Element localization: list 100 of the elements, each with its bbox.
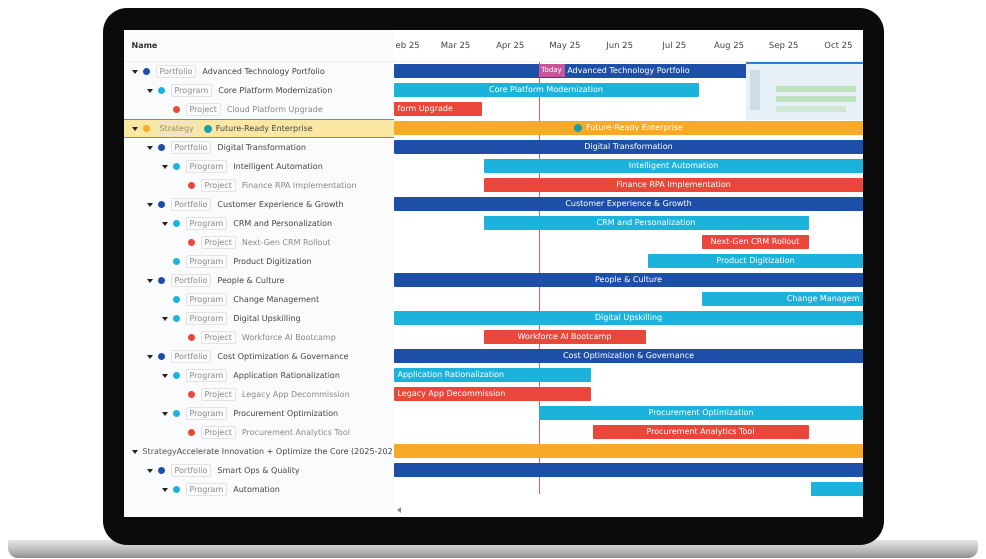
item-name: Next-Gen CRM Rollout	[242, 236, 331, 248]
item-name: Automation	[233, 484, 280, 496]
bar-label: Finance RPA Implementation	[616, 179, 731, 191]
item-name: Change Management	[233, 294, 320, 306]
month-label: Jul 25	[662, 40, 686, 53]
item-name: People & Culture	[217, 274, 284, 286]
tree-row[interactable]: Program Digital Upskilling	[124, 309, 394, 328]
caret-icon[interactable]	[162, 316, 168, 320]
item-name: Finance RPA Implementation	[242, 180, 356, 192]
tree-row[interactable]: Program Core Platform Modernization	[124, 81, 394, 100]
month-label: Jun 25	[606, 40, 633, 53]
caret-icon[interactable]	[147, 202, 153, 206]
tree-row[interactable]: Program Change Management	[124, 290, 394, 309]
bar-label: Change Managem	[786, 293, 860, 305]
type-label: Project	[186, 103, 221, 116]
bar-label: People & Culture	[594, 274, 662, 286]
month-label: Mar 25	[440, 40, 470, 53]
caret-icon[interactable]	[162, 222, 168, 226]
bar-label: Product Digitization	[716, 255, 795, 267]
month-label: eb 25	[396, 40, 420, 53]
bar-label: Cost Optimization & Governance	[562, 350, 694, 362]
bar-label: Advanced Technology Portfolio	[567, 65, 690, 77]
caret-icon[interactable]	[132, 126, 138, 130]
tree-row[interactable]: Program Procurement Optimization	[124, 404, 394, 423]
month-label: Sep 25	[768, 40, 798, 53]
tree-row[interactable]: StrategyAccelerate Innovation + Optimize the Core (2025-202	[124, 442, 394, 461]
type-label: Program	[186, 160, 228, 173]
bar-label: CRM and Personalization	[596, 217, 696, 229]
tree-row[interactable]: Project Procurement Analytics Tool	[124, 423, 394, 442]
type-label: Portfolio	[170, 350, 212, 363]
type-label: Project	[200, 388, 236, 401]
bar-label: Procurement Analytics Tool	[646, 426, 755, 438]
tree-row[interactable]: Portfolio People & Culture	[124, 271, 394, 290]
item-name: Cost Optimization & Governance	[217, 350, 349, 362]
bar-label: Future-Ready Enterprise	[586, 122, 683, 134]
type-label: Program	[186, 217, 228, 230]
item-name: Workforce AI Bootcamp	[242, 332, 336, 344]
tree-row[interactable]: Program Automation	[124, 480, 394, 499]
type-label: Program	[186, 255, 228, 268]
month-label: Oct 25	[824, 40, 852, 53]
caret-icon[interactable]	[147, 146, 153, 150]
bar-label: Digital Upskilling	[594, 312, 662, 324]
type-label: Portfolio	[170, 464, 212, 477]
type-label: Program	[170, 84, 212, 97]
item-name: Intelligent Automation	[233, 160, 323, 172]
caret-icon[interactable]	[132, 450, 138, 454]
tree-row[interactable]: Portfolio Cost Optimization & Governance	[124, 347, 394, 366]
caret-icon[interactable]	[162, 374, 168, 378]
tree-row[interactable]: Portfolio Digital Transformation	[124, 138, 394, 157]
item-name: Future-Ready Enterprise	[216, 122, 313, 134]
caret-icon[interactable]	[132, 70, 138, 74]
item-name: CRM and Personalization	[233, 218, 332, 230]
item-name: Legacy App Decommission	[242, 388, 350, 400]
item-name: Digital Upskilling	[233, 312, 301, 324]
caret-icon[interactable]	[162, 412, 168, 416]
type-label: Strategy	[142, 446, 177, 458]
caret-icon[interactable]	[147, 278, 153, 282]
tree-row[interactable]: Project Workforce AI Bootcamp	[124, 328, 394, 347]
caret-icon[interactable]	[147, 354, 153, 358]
caret-icon[interactable]	[162, 164, 168, 168]
bar-label: Procurement Optimization	[648, 407, 754, 419]
type-label: Program	[186, 312, 228, 325]
tree-row[interactable]: Portfolio Customer Experience & Growth	[124, 195, 394, 214]
bar-label: Customer Experience & Growth	[565, 198, 692, 210]
item-name: Procurement Analytics Tool	[242, 426, 350, 438]
item-name: Accelerate Innovation + Optimize the Core (2025-202	[176, 446, 393, 458]
caret-icon[interactable]	[147, 88, 153, 92]
caret-icon[interactable]	[162, 488, 168, 492]
item-name: Smart Ops & Quality	[217, 464, 300, 476]
tree-row[interactable]: Portfolio Smart Ops & Quality	[124, 461, 394, 480]
month-label: Apr 25	[496, 40, 524, 53]
type-label: Project	[200, 426, 236, 439]
type-label: Program	[186, 407, 228, 420]
bar-label: Digital Transformation	[584, 141, 673, 153]
month-label: Aug 25	[714, 40, 744, 53]
item-name: Core Platform Modernization	[218, 84, 332, 96]
type-label: Portfolio	[170, 274, 212, 287]
bar-label: Legacy App Decommission	[398, 388, 506, 400]
tree-row[interactable]: Program Intelligent Automation	[124, 157, 394, 176]
type-label: Strategy	[156, 122, 198, 135]
type-label: Program	[186, 293, 228, 306]
tree-row[interactable]: Program Product Digitization	[124, 252, 394, 271]
item-name: Application Rationalization	[233, 370, 340, 382]
type-label: Portfolio	[170, 141, 212, 154]
month-label: May 25	[549, 40, 580, 53]
column-header: Name	[130, 40, 158, 52]
item-name: Customer Experience & Growth	[217, 198, 344, 210]
caret-icon[interactable]	[147, 468, 153, 472]
bar-label: Application Rationalization	[398, 369, 504, 381]
scroll-left-icon[interactable]	[396, 507, 400, 513]
tree-row[interactable]: Strategy Future-Ready Enterprise	[124, 119, 394, 138]
tree-row[interactable]: Portfolio Advanced Technology Portfolio	[124, 62, 394, 81]
tree-row[interactable]: Program CRM and Personalization	[124, 214, 394, 233]
type-label: Portfolio	[156, 65, 196, 78]
bar-label: form Upgrade	[398, 103, 453, 115]
type-label: Program	[186, 369, 228, 382]
item-name: Product Digitization	[233, 256, 312, 268]
tree-row[interactable]: Program Application Rationalization	[124, 366, 394, 385]
type-label: Project	[200, 179, 236, 192]
bar-label: Workforce AI Bootcamp	[518, 331, 612, 343]
